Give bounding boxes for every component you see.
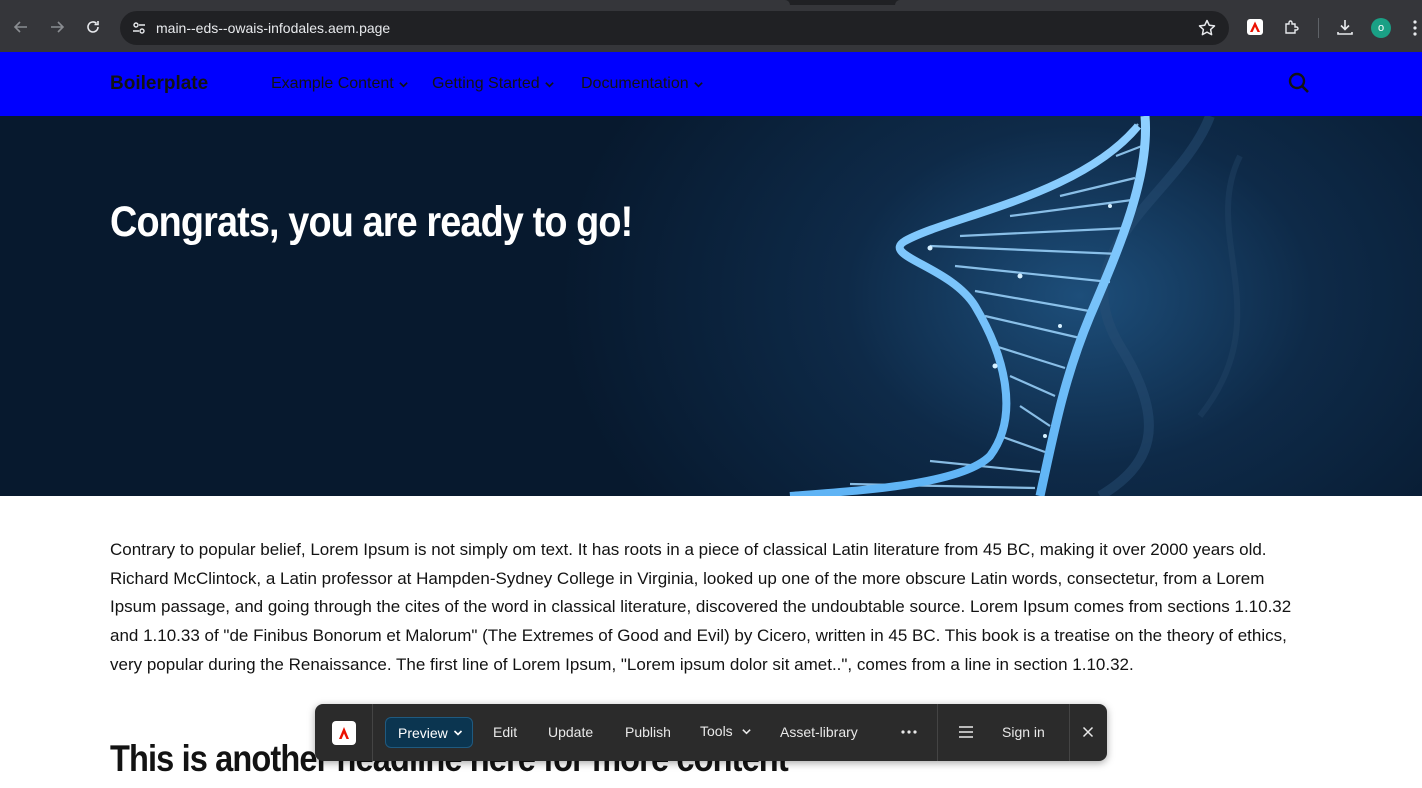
edit-button[interactable]: Edit	[493, 724, 517, 740]
nav-item-getting-started[interactable]: Getting Started	[432, 75, 555, 93]
aem-sidekick-toolbar: Preview Edit Update Publish Tools Asset-…	[315, 704, 1107, 761]
adobe-extension-button[interactable]	[1244, 16, 1266, 38]
active-tab[interactable]	[0, 0, 790, 5]
toolbar-divider	[937, 704, 938, 761]
brand-logo-link[interactable]: Boilerplate	[110, 73, 208, 95]
more-icon	[901, 730, 917, 734]
sign-in-button[interactable]: Sign in	[1002, 724, 1045, 740]
menu-kebab-icon[interactable]	[1408, 18, 1422, 38]
back-icon	[13, 21, 27, 33]
back-button[interactable]	[8, 14, 34, 40]
browser-toolbar: main--eds--owais-infodales.aem.page o	[0, 0, 1422, 52]
nav-item-example-content[interactable]: Example Content	[271, 75, 409, 93]
forward-button[interactable]	[44, 14, 70, 40]
forward-icon	[51, 21, 65, 33]
tools-label: Tools	[700, 723, 733, 739]
toolbar-divider	[372, 704, 373, 761]
publish-button[interactable]: Publish	[625, 724, 671, 740]
profile-avatar[interactable]: o	[1371, 18, 1391, 38]
update-button[interactable]: Update	[548, 724, 593, 740]
chevron-down-icon	[544, 81, 554, 88]
chevron-down-icon	[453, 729, 462, 736]
toolbar-divider	[1069, 704, 1070, 761]
adobe-logo-icon	[339, 727, 349, 739]
tab-strip	[0, 0, 1422, 5]
chevron-down-icon	[398, 81, 408, 88]
close-icon	[1082, 726, 1094, 738]
hamburger-icon	[959, 726, 973, 738]
reload-icon	[87, 21, 99, 33]
preview-label: Preview	[398, 724, 448, 741]
chevron-down-icon	[693, 81, 703, 88]
inactive-tab[interactable]	[895, 0, 1422, 5]
chevron-down-icon	[741, 728, 751, 734]
nav-item-label: Example Content	[271, 75, 394, 92]
download-icon	[1337, 20, 1353, 35]
close-sidekick-button[interactable]	[1079, 723, 1097, 741]
adobe-extension-icon	[1247, 19, 1263, 35]
extensions-button[interactable]	[1281, 16, 1303, 38]
address-bar[interactable]: main--eds--owais-infodales.aem.page	[120, 11, 1229, 45]
downloads-button[interactable]	[1334, 16, 1356, 38]
dna-helix-image	[789, 116, 1243, 496]
site-info-icon[interactable]	[128, 17, 150, 39]
search-icon[interactable]	[1288, 72, 1310, 94]
preview-env-picker[interactable]: Preview	[385, 717, 473, 748]
more-button[interactable]	[900, 723, 918, 741]
hero-section: Congrats, you are ready to go!	[0, 116, 1422, 496]
body-paragraph: Contrary to popular belief, Lorem Ipsum …	[110, 540, 1292, 674]
site-header: Boilerplate Example Content Getting Star…	[0, 52, 1422, 116]
nav-item-documentation[interactable]: Documentation	[581, 75, 704, 93]
reload-button[interactable]	[80, 14, 106, 40]
star-icon[interactable]	[1197, 18, 1217, 38]
nav-item-label: Getting Started	[432, 75, 540, 92]
nav-item-label: Documentation	[581, 75, 689, 92]
hero-title: Congrats, you are ready to go!	[110, 198, 633, 246]
tools-menu-button[interactable]: Tools	[700, 723, 752, 739]
puzzle-icon	[1285, 20, 1299, 34]
asset-library-button[interactable]: Asset-library	[780, 724, 858, 740]
adobe-logo-button[interactable]	[332, 721, 356, 745]
menu-button[interactable]	[957, 723, 975, 741]
toolbar-divider	[1318, 18, 1319, 38]
url-text[interactable]: main--eds--owais-infodales.aem.page	[156, 20, 390, 36]
